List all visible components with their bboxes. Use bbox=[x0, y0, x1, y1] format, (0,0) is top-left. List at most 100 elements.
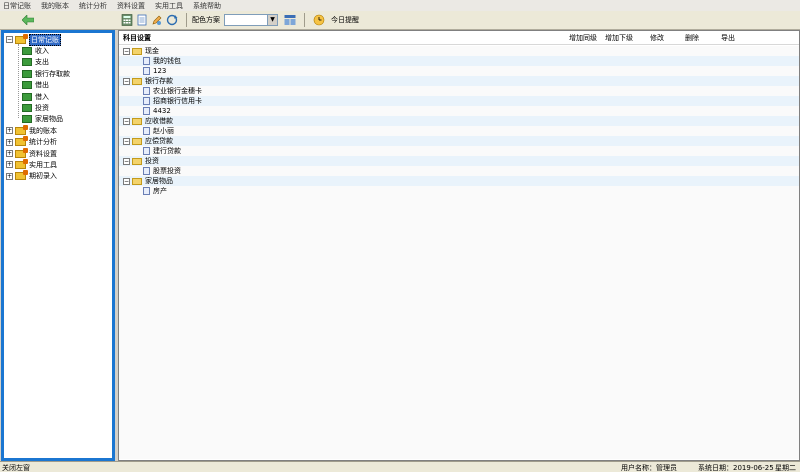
close-left-pane-button[interactable]: 关闭左窗 bbox=[2, 463, 30, 472]
tree-group-row[interactable]: − 应偿贷款 bbox=[119, 136, 799, 146]
expand-icon[interactable]: + bbox=[6, 127, 13, 135]
nav-panel: − 日常记账 收入 支出 银行存取款 借出 借入 投资 家居物品 + 我的账本 … bbox=[1, 30, 115, 461]
menu-my-ledger[interactable]: 我的账本 bbox=[41, 1, 69, 11]
ledger-icon bbox=[22, 115, 32, 124]
back-arrow-icon[interactable] bbox=[22, 15, 34, 25]
nav-item-my-ledger[interactable]: + 我的账本 bbox=[6, 124, 112, 136]
menu-help[interactable]: 系统帮助 bbox=[193, 1, 221, 11]
collapse-icon[interactable]: − bbox=[123, 117, 130, 125]
nav-item-opening-entry[interactable]: + 期初录入 bbox=[6, 170, 112, 182]
tree-group-row[interactable]: − 银行存款 bbox=[119, 76, 799, 86]
tree-leaf-row[interactable]: 股票投资 bbox=[119, 166, 799, 176]
tree-leaf-row[interactable]: 农业银行金穗卡 bbox=[119, 86, 799, 96]
menu-statistics[interactable]: 统计分析 bbox=[79, 1, 107, 11]
ledger-icon bbox=[22, 81, 32, 90]
collapse-icon[interactable]: − bbox=[6, 36, 13, 44]
collapse-icon[interactable]: − bbox=[123, 157, 130, 165]
tree-leaf-label: 农业银行金穗卡 bbox=[153, 87, 202, 95]
nav-item-expense[interactable]: 支出 bbox=[6, 57, 112, 68]
nav-item-household[interactable]: 家居物品 bbox=[6, 114, 112, 125]
nav-item-income[interactable]: 收入 bbox=[6, 45, 112, 56]
tree-leaf-row[interactable]: 建行贷款 bbox=[119, 146, 799, 156]
document-icon bbox=[143, 97, 150, 105]
collapse-icon[interactable]: − bbox=[123, 47, 130, 55]
toolbar-separator bbox=[186, 13, 187, 27]
document-icon bbox=[143, 87, 150, 95]
tree-leaf-label: 赵小丽 bbox=[153, 127, 174, 135]
main-toolbar: 配色方案 ▼ 今日提醒 bbox=[116, 11, 800, 30]
collapse-icon[interactable]: − bbox=[123, 137, 130, 145]
expand-icon[interactable]: + bbox=[6, 138, 13, 146]
tree-group-label: 应偿贷款 bbox=[145, 137, 173, 145]
document-icon bbox=[143, 167, 150, 175]
nav-item-borrow[interactable]: 借入 bbox=[6, 91, 112, 102]
nav-item-tools[interactable]: + 实用工具 bbox=[6, 158, 112, 170]
nav-item-label: 资料设置 bbox=[29, 149, 57, 158]
tree-leaf-label: 123 bbox=[153, 67, 167, 75]
notepad-icon[interactable] bbox=[136, 14, 148, 26]
color-scheme-select[interactable]: ▼ bbox=[224, 14, 278, 26]
tree-group-label: 应收借款 bbox=[145, 117, 173, 125]
tree-leaf-row[interactable]: 招商银行信用卡 bbox=[119, 96, 799, 106]
nav-item-data-settings[interactable]: + 资料设置 bbox=[6, 147, 112, 159]
tree-leaf-label: 招商银行信用卡 bbox=[153, 97, 202, 105]
document-icon bbox=[143, 127, 150, 135]
add-same-level-button[interactable]: 增加同级 bbox=[569, 33, 597, 43]
nav-item-lend[interactable]: 借出 bbox=[6, 80, 112, 91]
nav-item-label: 期初录入 bbox=[29, 172, 57, 181]
status-bar: 关闭左窗 用户名称：管理员 系统日期：2019-06-25 星期二 bbox=[0, 461, 800, 472]
folder-icon bbox=[132, 157, 142, 165]
subject-tree: − 现金 我的钱包 123 − 银行存款 农业银行金穗卡 招商银行信用卡 443… bbox=[119, 46, 799, 459]
nav-root-item[interactable]: − 日常记账 bbox=[6, 33, 112, 46]
today-reminder-button[interactable]: 今日提醒 bbox=[313, 14, 359, 26]
collapse-icon[interactable]: − bbox=[123, 77, 130, 85]
nav-item-label: 银行存取款 bbox=[35, 69, 70, 78]
tree-group-row[interactable]: − 现金 bbox=[119, 46, 799, 56]
tree-group-row[interactable]: − 投资 bbox=[119, 156, 799, 166]
menu-data-settings[interactable]: 资料设置 bbox=[117, 1, 145, 11]
tree-group-row[interactable]: − 应收借款 bbox=[119, 116, 799, 126]
nav-item-label: 统计分析 bbox=[29, 138, 57, 147]
ledger-icon bbox=[22, 104, 32, 113]
folder-icon bbox=[132, 117, 142, 125]
edit-button[interactable]: 修改 bbox=[650, 33, 664, 43]
tree-group-label: 现金 bbox=[145, 47, 159, 55]
ledger-icon bbox=[22, 47, 32, 56]
edit-icon[interactable] bbox=[151, 14, 163, 26]
document-icon bbox=[143, 187, 150, 195]
delete-button[interactable]: 删除 bbox=[685, 33, 699, 43]
tree-leaf-row[interactable]: 我的钱包 bbox=[119, 56, 799, 66]
tree-leaf-row[interactable]: 4432 bbox=[119, 106, 799, 116]
calculator-icon[interactable] bbox=[121, 14, 133, 26]
tree-group-row[interactable]: − 家居物品 bbox=[119, 176, 799, 186]
collapse-icon[interactable]: − bbox=[123, 177, 130, 185]
add-child-level-button[interactable]: 增加下级 bbox=[605, 33, 633, 43]
tree-leaf-row[interactable]: 123 bbox=[119, 66, 799, 76]
tree-leaf-row[interactable]: 房产 bbox=[119, 186, 799, 196]
export-button[interactable]: 导出 bbox=[721, 33, 735, 43]
nav-item-label: 投资 bbox=[35, 104, 49, 113]
expand-icon[interactable]: + bbox=[6, 150, 13, 158]
nav-item-label: 家居物品 bbox=[35, 115, 63, 124]
refresh-icon[interactable] bbox=[166, 14, 178, 26]
page-title: 科目设置 bbox=[123, 33, 151, 42]
nav-item-statistics[interactable]: + 统计分析 bbox=[6, 136, 112, 148]
nav-item-bank-deposit[interactable]: 银行存取款 bbox=[6, 68, 112, 79]
ledger-icon bbox=[22, 92, 32, 101]
folder-icon bbox=[132, 77, 142, 85]
expand-icon[interactable]: + bbox=[6, 172, 13, 180]
tree-leaf-row[interactable]: 赵小丽 bbox=[119, 126, 799, 136]
chevron-down-icon[interactable]: ▼ bbox=[267, 15, 277, 25]
nav-item-label: 实用工具 bbox=[29, 160, 57, 169]
folder-icon bbox=[132, 137, 142, 145]
content-panel: 科目设置 增加同级 增加下级 修改 删除 导出 − 现金 我的钱包 123 − … bbox=[118, 30, 800, 461]
expand-icon[interactable]: + bbox=[6, 161, 13, 169]
document-icon bbox=[143, 107, 150, 115]
folder-icon bbox=[15, 170, 28, 181]
menu-tools[interactable]: 实用工具 bbox=[155, 1, 183, 11]
apply-scheme-icon[interactable] bbox=[284, 14, 296, 26]
nav-item-label: 收入 bbox=[35, 47, 49, 56]
toolbar-separator bbox=[304, 13, 305, 27]
nav-item-investment[interactable]: 投资 bbox=[6, 102, 112, 113]
menu-daily-accounting[interactable]: 日常记账 bbox=[3, 1, 31, 11]
